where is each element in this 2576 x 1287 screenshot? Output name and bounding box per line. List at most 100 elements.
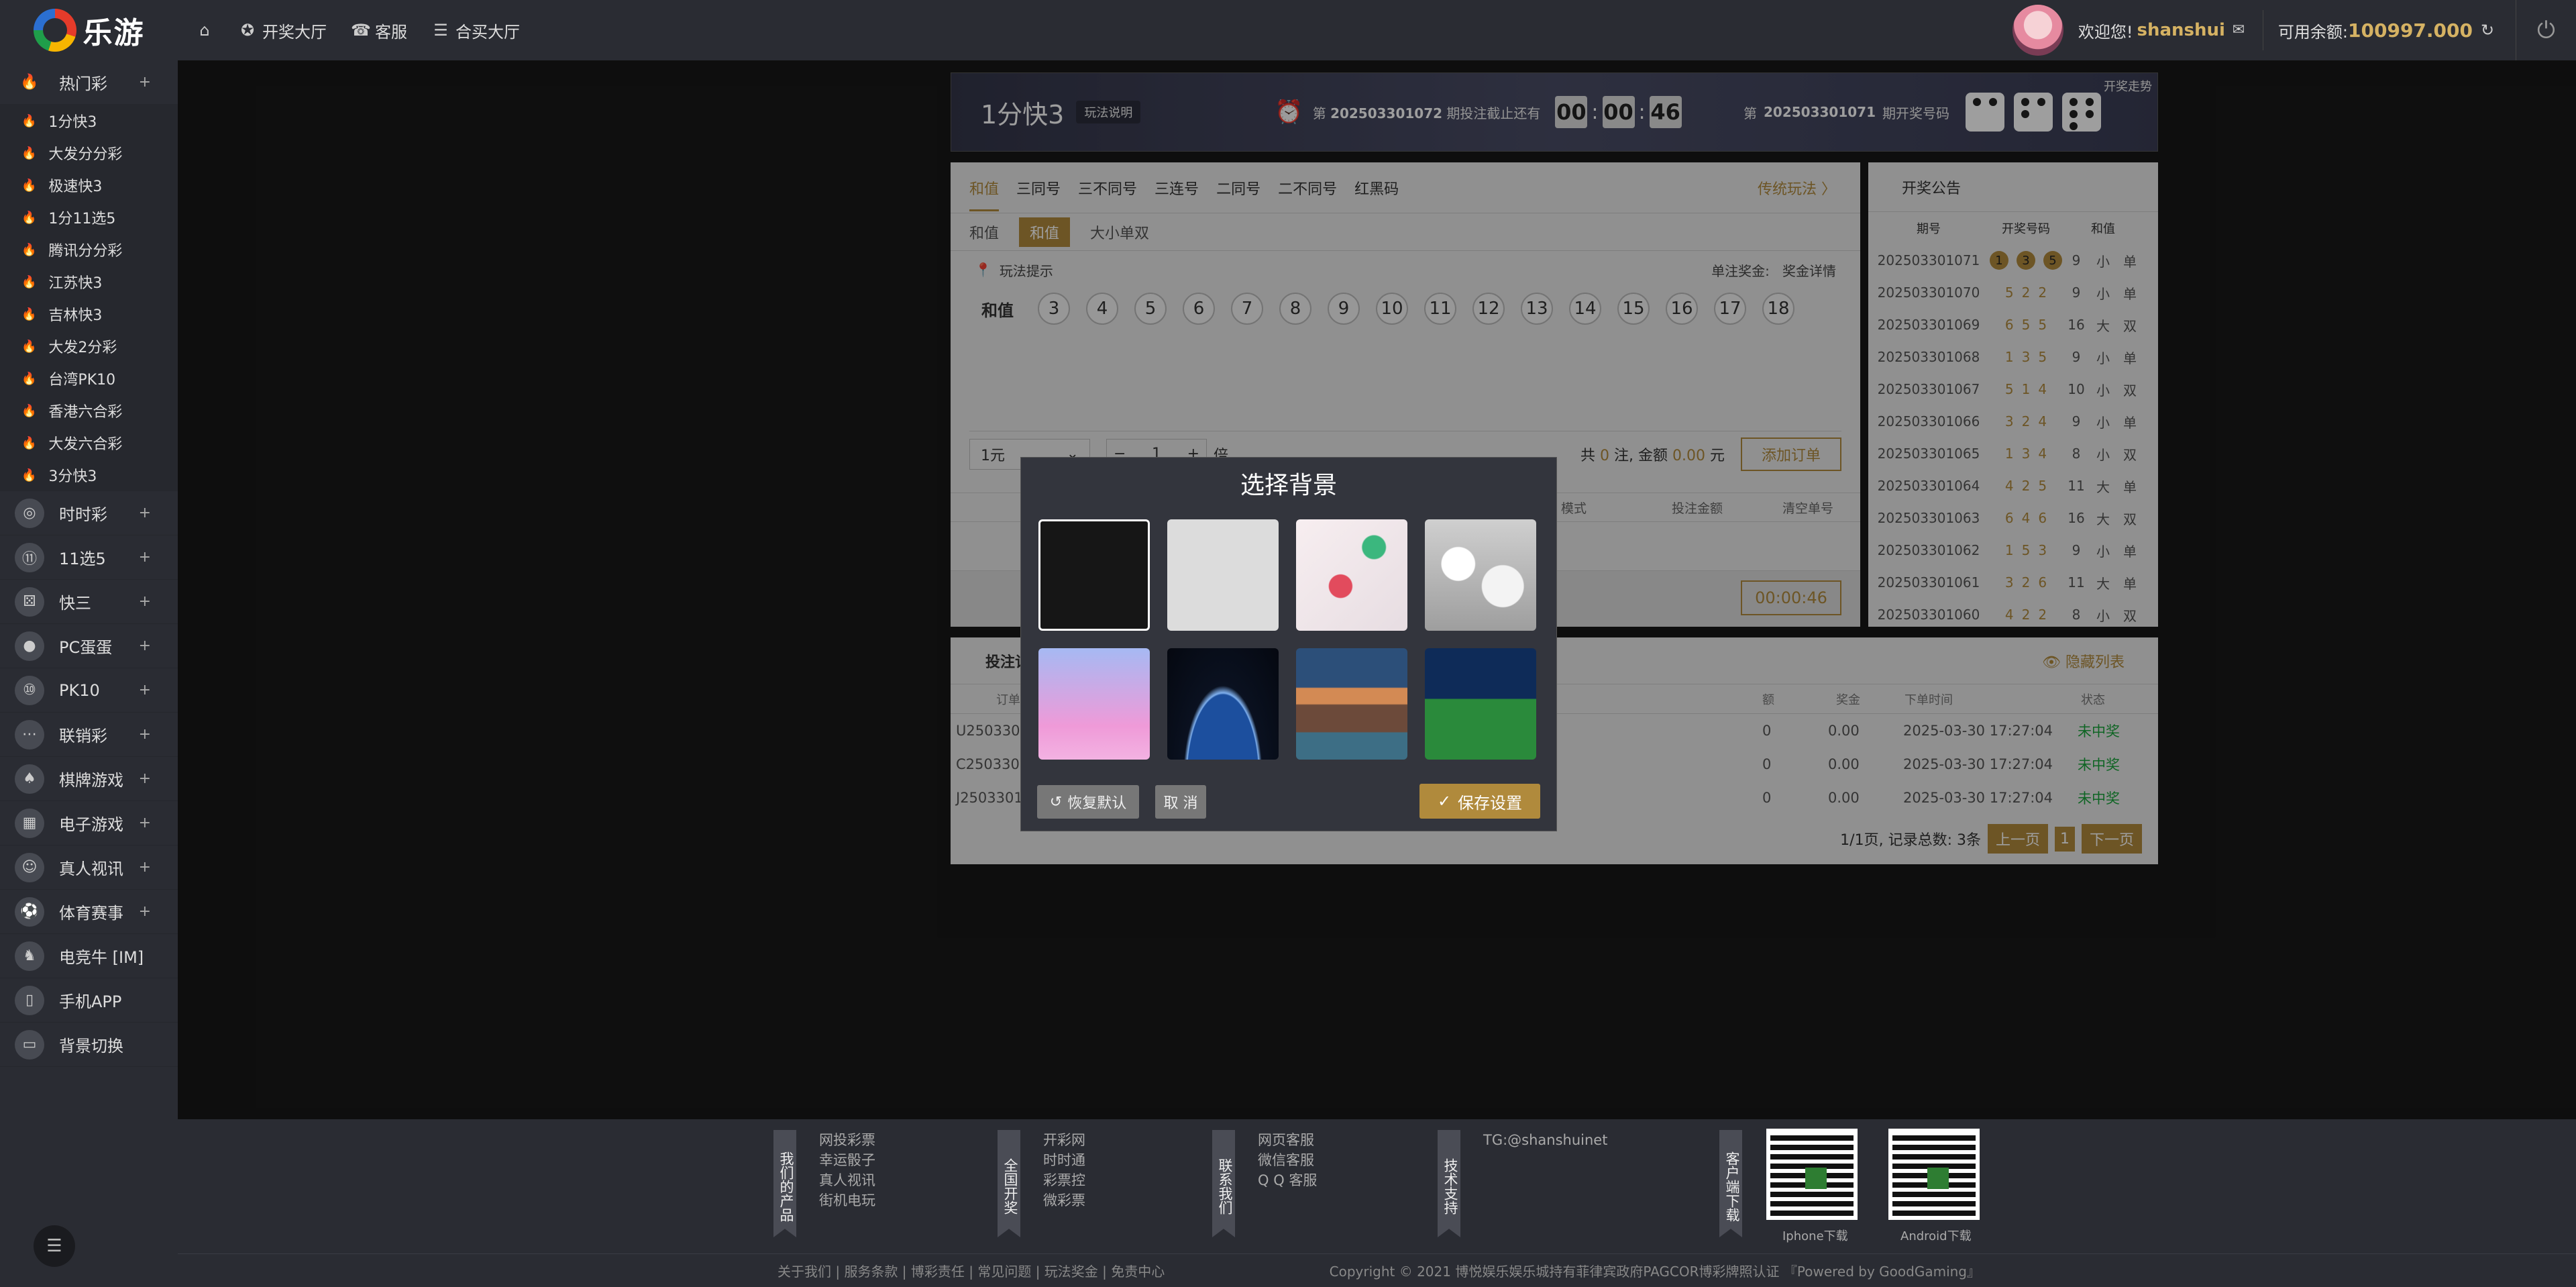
footer-links[interactable]: 关于我们 | 服务条款 | 博彩责任 | 常见问题 | 玩法奖金 | 免责中心 [777,1261,1165,1280]
footer-link[interactable]: 网投彩票 [819,1130,875,1150]
sidebar-item-category[interactable]: ▦ 电子游戏 + [0,801,178,845]
footer-column-links: TG:@shanshuinet [1483,1130,1607,1237]
sidebar-sub-item[interactable]: 🔥 1分11选5 [0,201,178,234]
expand-icon[interactable]: + [139,726,151,743]
sidebar-sub-item[interactable]: 🔥 腾讯分分彩 [0,234,178,266]
sidebar-item-category[interactable]: ◎ 时时彩 + [0,491,178,535]
brand-logo[interactable]: 乐游 [0,0,178,60]
footer-link[interactable]: 街机电玩 [819,1190,875,1211]
sidebar-sub-label: 香港六合彩 [48,404,123,421]
category-icon: ◎ [15,498,44,528]
sidebar-sub-item[interactable]: 🔥 大发六合彩 [0,427,178,459]
sidebar-item-category[interactable]: ▭ 背景切换 [0,1023,178,1067]
category-icon: ▯ [15,985,44,1015]
expand-icon[interactable]: + [139,815,151,831]
footer-link[interactable]: 网页客服 [1258,1130,1317,1150]
sidebar-sub-label: 台湾PK10 [48,372,116,389]
footer-column-title: 技术支持 [1438,1130,1460,1237]
reset-default-button[interactable]: ↺ 恢复默认 [1037,785,1139,819]
sidebar-item-category[interactable]: ☺ 真人视讯 + [0,845,178,890]
sidebar-item-label: 手机APP [59,992,122,1011]
sidebar-sub-item[interactable]: 🔥 3分快3 [0,459,178,491]
sidebar-item-category[interactable]: ♞ 电竞牛 [IM] [0,934,178,978]
flame-icon: 🔥 [21,435,37,450]
refresh-icon[interactable]: ↻ [2478,21,2497,40]
check-icon: ✓ [1437,792,1452,811]
cancel-button[interactable]: 取 消 [1155,785,1206,819]
save-settings-button[interactable]: ✓ 保存设置 [1419,784,1540,819]
username[interactable]: shanshui [2137,20,2224,40]
sidebar-sub-item[interactable]: 🔥 极速快3 [0,169,178,201]
flame-icon: 🔥 [21,178,37,193]
footer-link[interactable]: 真人视讯 [819,1170,875,1190]
bg-option-pink-gradient[interactable] [1038,648,1150,760]
sidebar-item-category[interactable]: ● PC蛋蛋 + [0,624,178,668]
sidebar-item-category[interactable]: ⑪ 11选5 + [0,535,178,580]
sidebar-sub-label: 大发2分彩 [48,340,117,356]
qr-iphone-label: Iphone下载 [1782,1229,1848,1243]
sidebar-item-category[interactable]: ▯ 手机APP [0,978,178,1023]
footer-link[interactable]: 开彩网 [1043,1130,1085,1150]
expand-icon[interactable]: + [139,549,151,566]
expand-icon[interactable]: + [139,505,151,521]
expand-icon[interactable]: + [139,593,151,610]
sidebar-item-category[interactable]: ⚽ 体育赛事 + [0,890,178,934]
category-icon: ● [15,631,44,661]
bg-option-dark[interactable] [1038,519,1150,631]
flame-icon: 🔥 [21,210,37,225]
sidebar-item-category[interactable]: ⚄ 快三 + [0,580,178,624]
footer-link[interactable]: 微彩票 [1043,1190,1085,1211]
bg-option-earth-space[interactable] [1167,648,1279,760]
footer-column-title: 我们的产品 [773,1130,796,1237]
user-area: 欢迎您! shanshui ✉ 可用余额: 100997.000 ↻ ⏻ [2012,0,2576,60]
footer-link[interactable]: 微信客服 [1258,1150,1317,1170]
flame-icon: 🔥 [21,339,37,354]
sidebar-sub-item[interactable]: 🔥 1分快3 [0,105,178,137]
sidebar-item-label: 电竞牛 [IM] [59,948,144,967]
footer-link[interactable]: 时时通 [1043,1150,1085,1170]
sidebar-sub-item[interactable]: 🔥 江苏快3 [0,266,178,298]
footer-link[interactable]: 彩票控 [1043,1170,1085,1190]
footer-column-links: 开彩网 时时通 彩票控 微彩票 [1043,1130,1085,1237]
expand-icon[interactable]: + [139,637,151,654]
bg-option-lottery-balls[interactable] [1296,519,1407,631]
bg-option-bokeh[interactable] [1425,519,1536,631]
sidebar-item-category[interactable]: ⋯ 联销彩 + [0,713,178,757]
expand-icon[interactable]: + [139,770,151,787]
sidebar-sub-label: 大发分分彩 [48,146,123,163]
sidebar-toggle-button[interactable]: ☰ [34,1225,75,1267]
logout-button[interactable]: ⏻ [2516,0,2576,60]
bg-option-light-gray[interactable] [1167,519,1279,631]
nav-service-label: 客服 [375,22,407,42]
nav-service[interactable]: ☎ 客服 [351,19,407,42]
expand-icon[interactable]: + [139,682,151,699]
mail-icon[interactable]: ✉ [2229,21,2248,40]
sidebar-sub-item[interactable]: 🔥 香港六合彩 [0,395,178,427]
sidebar-item-hot[interactable]: 🔥 热门彩 + [0,60,178,105]
sidebar-sub-item[interactable]: 🔥 吉林快3 [0,298,178,330]
category-icon: ♠ [15,764,44,794]
footer-link[interactable]: TG:@shanshuinet [1483,1130,1607,1150]
flame-icon: 🔥 [21,274,37,289]
category-icon: ⋯ [15,719,44,750]
sidebar-sub-item[interactable]: 🔥 大发2分彩 [0,330,178,362]
avatar[interactable] [2012,5,2063,56]
expand-icon[interactable]: + [139,74,151,91]
brand-name: 乐游 [83,16,145,50]
bg-option-coast-sunset[interactable] [1296,648,1407,760]
expand-icon[interactable]: + [139,859,151,876]
nav-home[interactable]: ⌂ [195,21,214,40]
nav-group-buy[interactable]: ☰ 合买大厅 [431,19,520,42]
expand-icon[interactable]: + [139,903,151,920]
footer-link[interactable]: Q Q 客服 [1258,1170,1317,1190]
sidebar-sub-item[interactable]: 🔥 大发分分彩 [0,137,178,169]
bg-option-stadium[interactable] [1425,648,1536,760]
sidebar-item-category[interactable]: ⑩ PK10 + [0,668,178,713]
footer-column: 联系我们 网页客服 微信客服 Q Q 客服 [1212,1130,1317,1237]
sidebar-sub-label: 江苏快3 [48,275,103,292]
sidebar-sub-item[interactable]: 🔥 台湾PK10 [0,362,178,395]
nav-draw-hall[interactable]: ✪ 开奖大厅 [238,19,327,42]
footer-link[interactable]: 幸运骰子 [819,1150,875,1170]
sidebar-item-category[interactable]: ♠ 棋牌游戏 + [0,757,178,801]
nav-draw-hall-label: 开奖大厅 [262,22,327,42]
